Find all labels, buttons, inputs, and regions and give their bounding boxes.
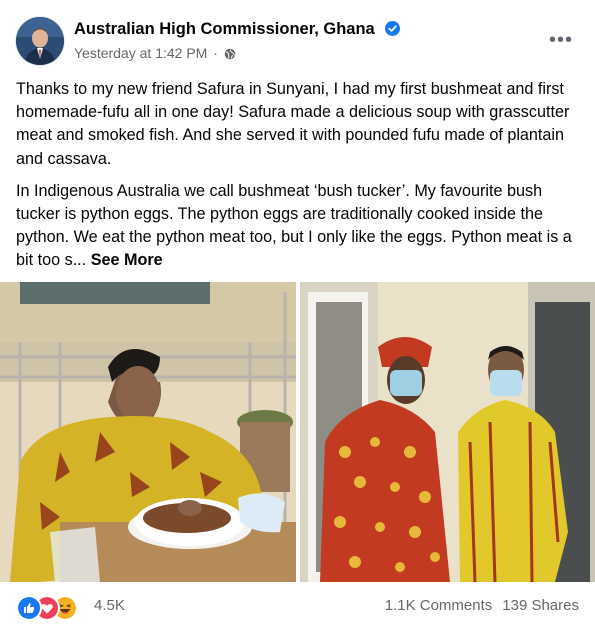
photo-right[interactable] (300, 282, 595, 582)
post-text: Thanks to my new friend Safura in Sunyan… (16, 78, 576, 282)
photo-eating-fufu (0, 282, 296, 582)
engagement-counts: 1.1K Comments 139 Shares (385, 597, 579, 614)
author-name[interactable]: Australian High Commissioner, Ghana (74, 20, 401, 39)
meta-separator: · (213, 45, 218, 61)
author-name-text[interactable]: Australian High Commissioner, Ghana (74, 20, 375, 38)
comments-count[interactable]: 1.1K Comments (385, 597, 493, 614)
photo-standing-pair (300, 282, 595, 582)
shares-count[interactable]: 139 Shares (502, 597, 579, 614)
photo-left[interactable] (0, 282, 296, 582)
post-meta: Yesterday at 1:42 PM · (74, 45, 236, 61)
post-header: Australian High Commissioner, Ghana Yest… (16, 14, 579, 70)
post-timestamp[interactable]: Yesterday at 1:42 PM (74, 45, 207, 61)
post-paragraph-2: In Indigenous Australia we call bushmeat… (16, 180, 576, 273)
more-options-icon[interactable]: ••• (543, 26, 579, 54)
avatar-image (16, 17, 64, 65)
globe-icon[interactable] (224, 48, 236, 60)
like-icon (16, 595, 42, 621)
post-paragraph-1: Thanks to my new friend Safura in Sunyan… (16, 80, 570, 168)
verified-badge-icon (385, 21, 401, 36)
reactions-bar: 4.5K 1.1K Comments 139 Shares (16, 594, 579, 621)
post-card: Australian High Commissioner, Ghana Yest… (0, 0, 595, 636)
author-avatar[interactable] (16, 17, 64, 65)
reaction-count[interactable]: 4.5K (94, 597, 125, 614)
see-more-link[interactable]: See More (91, 251, 163, 269)
photo-grid (0, 282, 595, 582)
